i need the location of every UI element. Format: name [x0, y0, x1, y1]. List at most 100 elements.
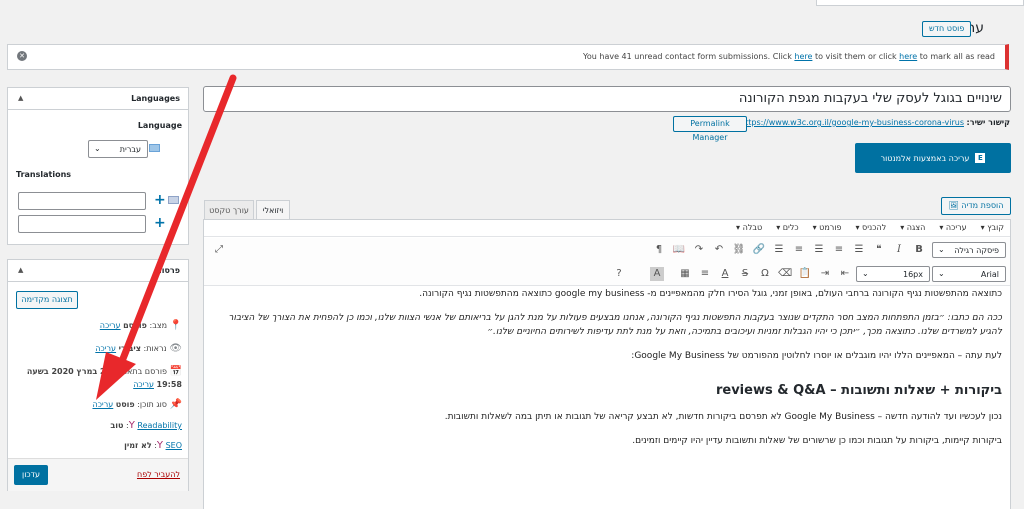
format-select-value: פיסקה רגילה — [954, 246, 999, 255]
align-justify-icon[interactable]: ≡ — [698, 267, 712, 281]
pin-icon: 📍 — [169, 320, 182, 331]
editor-menu-item[interactable]: הצגה ▾ — [900, 223, 925, 232]
editor-menu-item[interactable]: להכניס ▾ — [856, 223, 887, 232]
increase-indent-icon[interactable]: ⇥ — [818, 267, 832, 281]
link-icon[interactable]: 🔗 — [752, 243, 766, 257]
italic-icon[interactable]: I — [892, 243, 906, 257]
status-label: מצב: — [149, 321, 168, 330]
bold-icon[interactable]: B — [912, 243, 926, 257]
paragraph-icon[interactable]: ¶ — [652, 243, 666, 257]
editor-menu-item[interactable]: כלים ▾ — [776, 223, 798, 232]
published-row: 📅 פורסם בתאריך: 25 במרץ 2020 בשעה 19:58 … — [12, 365, 182, 391]
readability-link[interactable]: Readability — [137, 421, 182, 430]
notice-text: You have 41 unread contact form submissi… — [583, 52, 995, 61]
omega-icon[interactable]: Ω — [758, 267, 772, 281]
align-left-icon[interactable]: ☰ — [812, 243, 826, 257]
permalink-manager-button[interactable]: Permalink Manager — [673, 116, 747, 142]
table-icon[interactable]: ▦ — [678, 267, 692, 281]
editor-menu-item[interactable]: פורמט ▾ — [813, 223, 842, 232]
translation-field-1[interactable] — [18, 192, 146, 210]
editor-menu-item[interactable]: טבלה ▾ — [736, 223, 762, 232]
new-post-button[interactable]: פוסט חדש — [922, 21, 972, 37]
add-media-button[interactable]: 🖼 הוספת מדיה — [941, 197, 1011, 215]
update-button[interactable]: עדכון — [14, 465, 48, 485]
calendar-icon: 📅 — [169, 366, 182, 377]
elementor-edit-button[interactable]: עריכה באמצעות אלמנטור E — [855, 143, 1011, 173]
editor-menu-item[interactable]: עריכה ▾ — [939, 223, 966, 232]
align-right-icon[interactable]: ☰ — [772, 243, 786, 257]
unlink-icon[interactable]: ⛓ — [732, 243, 746, 257]
editor-content[interactable]: כתוצאה מהתפשטות נגיף הקורונה ברחבי העולם… — [204, 287, 1010, 458]
decrease-indent-icon[interactable]: ⇤ — [838, 267, 852, 281]
visibility-row: 👁 נראות: ציבורי עריכה — [95, 343, 182, 354]
help-icon[interactable]: ? — [612, 267, 626, 281]
published-edit-link[interactable]: עריכה — [133, 380, 154, 389]
yoast-icon: Y — [156, 440, 164, 451]
languages-box-header[interactable]: Languages ▲ — [8, 88, 188, 110]
tab-visual[interactable]: ויזואלי — [256, 200, 290, 220]
collapse-up-icon[interactable]: ▲ — [18, 94, 23, 102]
flag-il-icon — [149, 144, 160, 152]
undo-icon[interactable]: ↶ — [712, 243, 726, 257]
bullet-list-icon[interactable]: ☰ — [852, 243, 866, 257]
languages-title: Languages — [131, 94, 180, 103]
status-value: פורסם — [123, 321, 147, 330]
dismiss-icon[interactable]: ✕ — [17, 51, 27, 61]
admin-notice: ✕ You have 41 unread contact form submis… — [7, 44, 1009, 70]
font-family-select[interactable]: Arial ⌄ — [932, 266, 1006, 282]
strikethrough-icon[interactable]: S̶ — [738, 267, 752, 281]
visibility-edit-link[interactable]: עריכה — [95, 344, 116, 353]
translation-field-2[interactable] — [18, 215, 146, 233]
seo-link[interactable]: SEO — [166, 441, 182, 450]
eye-icon: 👁 — [169, 343, 182, 354]
notice-link-view[interactable]: here — [794, 52, 812, 61]
format-select[interactable]: פיסקה רגילה ⌄ — [932, 242, 1006, 258]
post-type-label: סוג תוכן: — [137, 400, 167, 409]
post-type-edit-link[interactable]: עריכה — [92, 400, 113, 409]
tab-text[interactable]: עורך טקסט — [204, 200, 254, 220]
trash-link[interactable]: להעביר לפח — [137, 470, 180, 479]
chevron-down-icon: ⌄ — [94, 144, 101, 153]
post-title-input[interactable]: שינויים בגוגל לעסק שלי בעקבות מגפת הקורו… — [203, 86, 1011, 112]
permalink-url[interactable]: https://www.w3c.org.il/google-my-busines… — [740, 118, 964, 127]
chevron-down-icon: ⌄ — [938, 269, 945, 278]
notice-suffix: to mark all as read — [917, 52, 995, 61]
numbered-list-icon[interactable]: ≡ — [832, 243, 846, 257]
blockquote-icon[interactable]: ❝ — [872, 243, 886, 257]
content-heading: ביקורות + שאלות ותשובות – reviews & Q&A — [715, 383, 1002, 398]
add-media-label: הוספת מדיה — [961, 201, 1004, 210]
elementor-icon: E — [975, 153, 986, 163]
fullscreen-icon[interactable]: ⤢ — [212, 243, 226, 257]
media-icon: 🖼 — [948, 201, 959, 210]
align-center-icon[interactable]: ≡ — [792, 243, 806, 257]
seo-row: Y SEO: לא זמין — [124, 440, 182, 451]
publish-box-header[interactable]: פרסום ▲ — [8, 260, 188, 282]
collapse-up-icon[interactable]: ▲ — [18, 266, 23, 274]
font-size-select[interactable]: 16px ⌄ — [856, 266, 930, 282]
book-icon[interactable]: 📖 — [672, 243, 686, 257]
paste-text-icon[interactable]: 📋 — [798, 267, 812, 281]
readability-row: Y Readability: טוב — [110, 420, 182, 431]
redo-icon[interactable]: ↷ — [692, 243, 706, 257]
post-type-value: פוסט — [115, 400, 135, 409]
status-edit-link[interactable]: עריכה — [100, 321, 121, 330]
editor-toolbar-1: פיסקה רגילה ⌄ B I ❝ ☰ ≡ ☰ ≡ ☰ 🔗 ⛓ ↶ ↷ 📖 … — [204, 238, 1010, 262]
chevron-down-icon: ⌄ — [862, 269, 869, 278]
visibility-value: ציבורי — [118, 344, 141, 353]
clear-format-icon[interactable]: ⌫ — [778, 267, 792, 281]
add-translation-icon[interactable]: + — [154, 215, 166, 231]
language-select-value: עברית — [119, 145, 141, 154]
text-color-icon[interactable]: A — [718, 267, 732, 281]
notice-link-mark[interactable]: here — [899, 52, 917, 61]
content-paragraph: נכון לעכשיו ועד להודעה חדשה – Google My … — [444, 412, 1002, 422]
translations-label: Translations — [16, 170, 72, 179]
background-color-icon[interactable]: A — [650, 267, 664, 281]
preview-button[interactable]: תצוגה מקדימה — [16, 291, 78, 309]
editor-menu: קובץ ▾ עריכה ▾ הצגה ▾ להכניס ▾ פורמט ▾ כלים ▾… — [736, 223, 1004, 232]
flag-us-icon — [168, 196, 179, 204]
add-translation-icon[interactable]: + — [154, 192, 166, 208]
language-select[interactable]: עברית ⌄ — [88, 140, 148, 158]
permalink-row: קישור ישיר: https://www.w3c.org.il/googl… — [740, 118, 1010, 127]
editor-menu-item[interactable]: קובץ ▾ — [981, 223, 1004, 232]
readability-value: טוב — [110, 421, 124, 430]
